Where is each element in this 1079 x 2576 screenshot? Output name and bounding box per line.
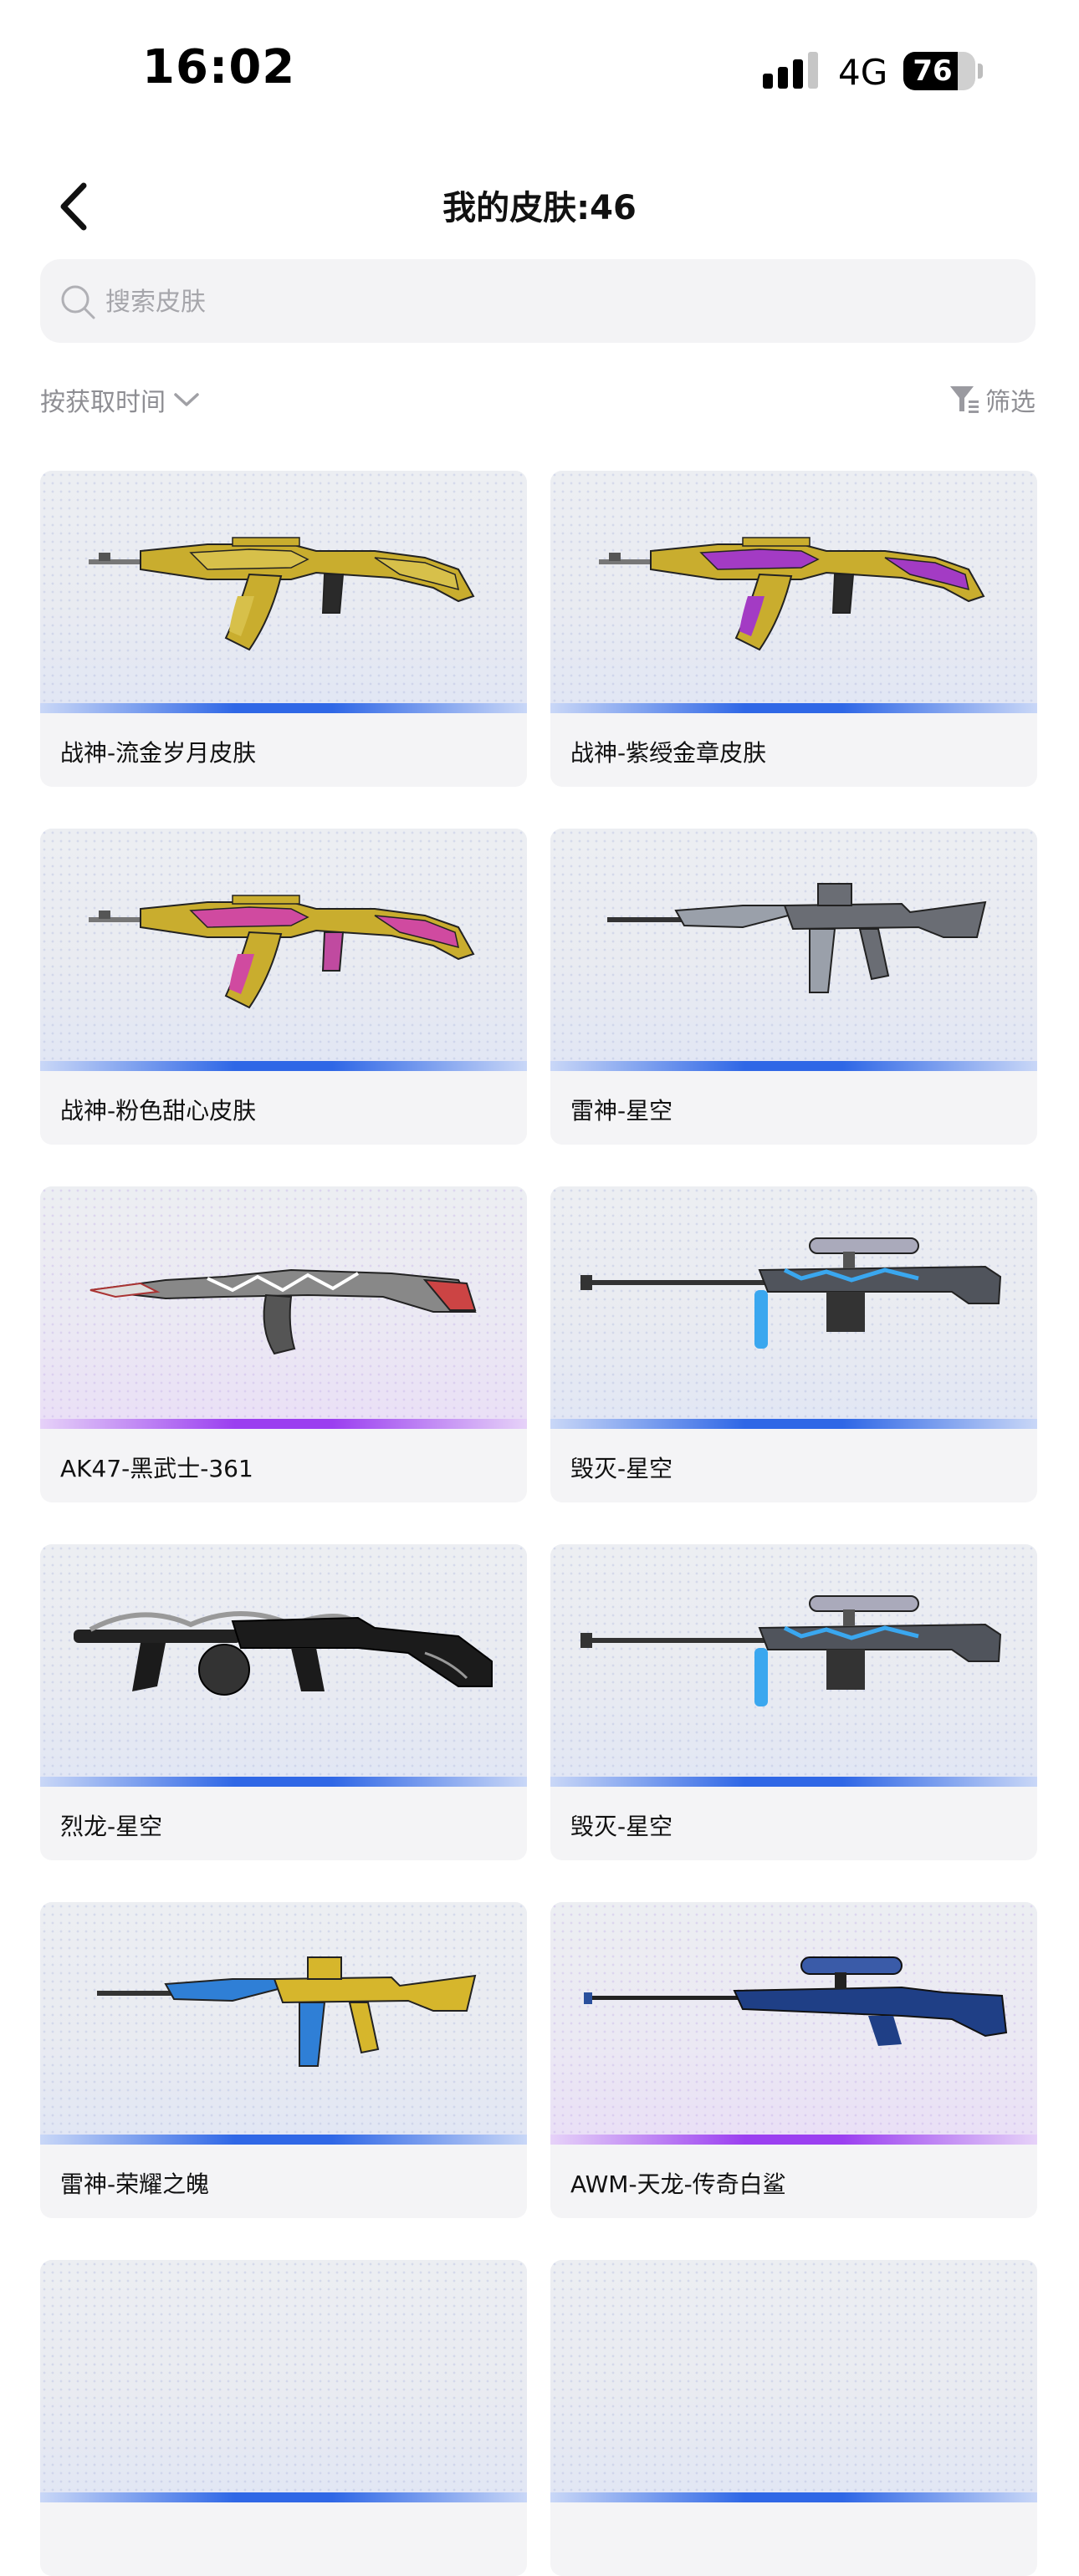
- skin-card[interactable]: 战神-粉色甜心皮肤: [40, 829, 527, 1145]
- search-icon: [61, 285, 95, 319]
- filter-icon: [950, 386, 979, 413]
- network-type: 4G: [838, 52, 888, 93]
- skin-name: AK47-黑武士-361: [60, 1455, 253, 1482]
- tommy-dragon-icon: [74, 1611, 493, 1696]
- chevron-down-icon: [174, 393, 199, 406]
- skin-image: [40, 2260, 527, 2502]
- skin-card[interactable]: 雷神-荣耀之魄: [40, 1902, 527, 2218]
- ak-gold-icon: [89, 537, 475, 651]
- skin-card[interactable]: AWM-天龙-传奇白鲨: [550, 1902, 1037, 2218]
- skin-image: [40, 1544, 527, 1787]
- rarity-bar: [550, 703, 1037, 713]
- skin-image: [40, 1186, 527, 1429]
- sort-label: 按获取时间: [40, 388, 166, 417]
- rarity-bar: [40, 2492, 527, 2502]
- ak47-black-warrior-icon: [89, 1268, 477, 1355]
- rarity-bar: [40, 1061, 527, 1071]
- m4-starry-icon: [607, 883, 987, 993]
- skin-card[interactable]: 烈龙-星空: [40, 1544, 527, 1860]
- skin-name: 毁灭-星空: [570, 1813, 673, 1840]
- skin-image: [550, 2260, 1037, 2502]
- page-title: 我的皮肤:46: [442, 189, 637, 227]
- status-time: 16:02: [142, 40, 296, 94]
- skin-card[interactable]: 毁灭-星空: [550, 1186, 1037, 1502]
- rarity-bar: [550, 1777, 1037, 1787]
- rarity-bar: [550, 1061, 1037, 1071]
- battery-level: 76: [913, 54, 953, 88]
- search-bar[interactable]: [40, 259, 1036, 344]
- sort-dropdown[interactable]: 按获取时间: [40, 381, 201, 418]
- skin-card[interactable]: AK47-黑武士-361: [40, 1186, 527, 1502]
- skin-card[interactable]: 雷神-星空: [550, 829, 1037, 1145]
- skin-image: [550, 1186, 1037, 1429]
- rarity-bar: [40, 1777, 527, 1787]
- sniper-starry-icon: [580, 1595, 1002, 1706]
- skin-name: 雷神-荣耀之魄: [60, 2170, 210, 2198]
- skin-image: [550, 471, 1037, 713]
- skin-image: [550, 1902, 1037, 2145]
- m4-glory-icon: [97, 1956, 477, 2067]
- skin-name: 烈龙-星空: [60, 1813, 163, 1840]
- nav-header: 我的皮肤:46: [0, 167, 1079, 242]
- skin-card[interactable]: [550, 2260, 1037, 2576]
- skin-name: 毁灭-星空: [570, 1455, 673, 1482]
- cellular-signal-icon: [763, 52, 818, 89]
- status-bar: 16:02 4G 76: [0, 0, 1079, 142]
- rarity-bar: [40, 1419, 527, 1429]
- skin-name: 战神-紫绶金章皮肤: [570, 739, 767, 767]
- search-input[interactable]: [104, 259, 1010, 344]
- awm-shark-icon: [584, 1956, 1008, 2046]
- ak-pink-gold-icon: [89, 895, 475, 1009]
- rarity-bar: [550, 2135, 1037, 2145]
- skin-image: [550, 1544, 1037, 1787]
- skin-image: [550, 829, 1037, 1071]
- skin-image: [40, 1902, 527, 2145]
- battery-icon: 76: [903, 52, 984, 90]
- ak-purple-gold-icon: [599, 537, 985, 651]
- rarity-bar: [550, 2492, 1037, 2502]
- skin-name: AWM-天龙-传奇白鲨: [570, 2170, 786, 2198]
- skin-name: 战神-流金岁月皮肤: [60, 739, 257, 767]
- rarity-bar: [40, 2135, 527, 2145]
- filter-label: 筛选: [985, 388, 1036, 417]
- skin-card[interactable]: 战神-紫绶金章皮肤: [550, 471, 1037, 787]
- skin-card[interactable]: 毁灭-星空: [550, 1544, 1037, 1860]
- skin-name: 战神-粉色甜心皮肤: [60, 1097, 257, 1125]
- skin-card[interactable]: 战神-流金岁月皮肤: [40, 471, 527, 787]
- rarity-bar: [550, 1419, 1037, 1429]
- skin-name: 雷神-星空: [570, 1097, 673, 1125]
- skin-card[interactable]: [40, 2260, 527, 2576]
- sniper-starry-icon: [580, 1237, 1002, 1349]
- skin-image: [40, 471, 527, 713]
- rarity-bar: [40, 703, 527, 713]
- skin-image: [40, 829, 527, 1071]
- filter-button[interactable]: 筛选: [949, 381, 1036, 418]
